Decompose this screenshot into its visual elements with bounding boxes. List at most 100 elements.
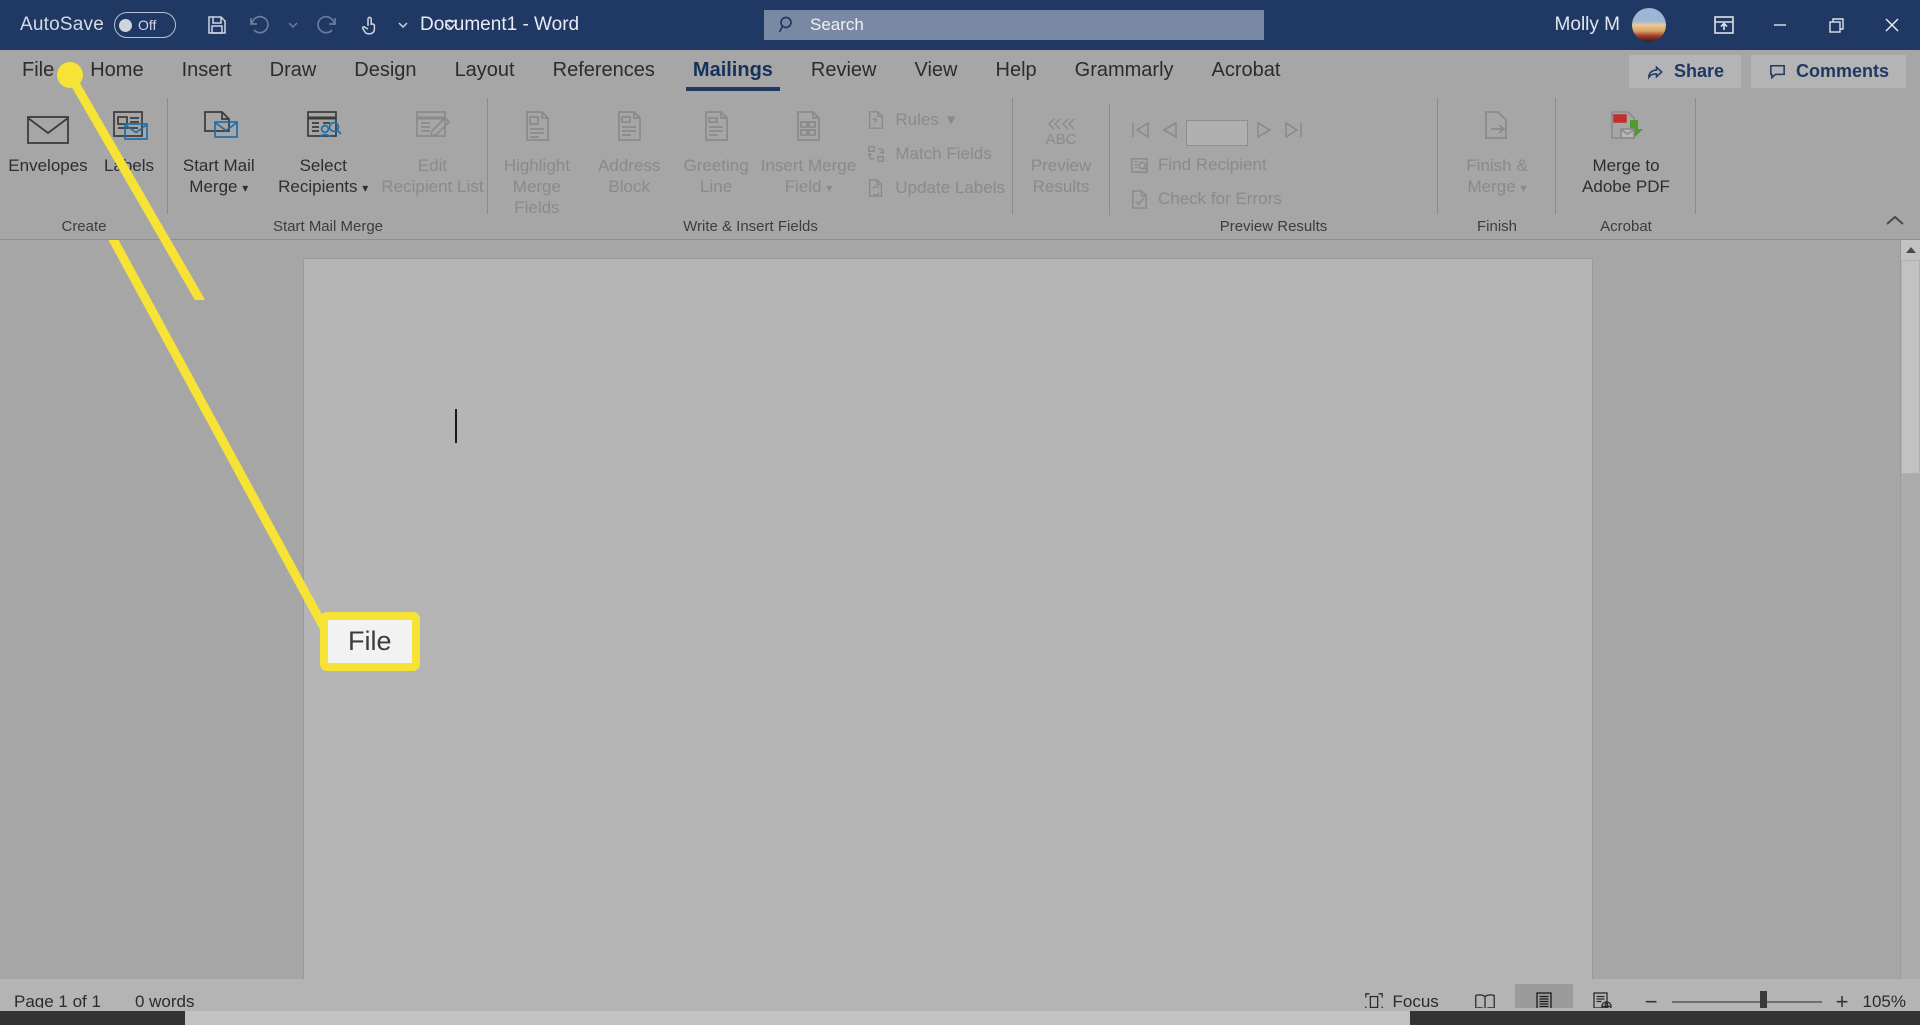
update-labels-button[interactable]: Update Labels xyxy=(857,172,1013,204)
autosave-label: AutoSave xyxy=(20,14,104,35)
find-recipient-button[interactable]: Find Recipient xyxy=(1120,149,1314,181)
account-name[interactable]: Molly M xyxy=(1555,14,1620,36)
tab-view[interactable]: View xyxy=(896,50,977,92)
group-name-start-mail-merge: Start Mail Merge xyxy=(272,218,384,235)
tab-acrobat[interactable]: Acrobat xyxy=(1193,50,1300,92)
minimize-icon[interactable] xyxy=(1752,0,1808,50)
horizontal-scrollbar-thumb[interactable] xyxy=(185,1011,1410,1025)
title-bar: AutoSave Off Document1 - Word Search Mol… xyxy=(0,0,1920,50)
autosave-toggle[interactable]: Off xyxy=(114,12,176,38)
find-recipient-label: Find Recipient xyxy=(1158,155,1267,174)
labels-button[interactable]: Labels xyxy=(96,98,162,176)
tab-file[interactable]: File xyxy=(0,50,71,92)
tab-mailings[interactable]: Mailings xyxy=(674,50,792,92)
chevron-down-icon: ▾ xyxy=(946,110,956,129)
edit-recipient-list-button[interactable]: Edit Recipient List xyxy=(377,98,488,197)
document-page[interactable] xyxy=(303,258,1593,998)
tab-review[interactable]: Review xyxy=(792,50,896,92)
tab-insert[interactable]: Insert xyxy=(163,50,251,92)
svg-text:ABC: ABC xyxy=(1046,131,1077,148)
preview-results-label: Preview Results xyxy=(1030,156,1092,196)
tab-grammarly[interactable]: Grammarly xyxy=(1056,50,1193,92)
write-insert-small-buttons: Rules ▾ Match Fields Update Labels xyxy=(857,98,1013,204)
tab-design[interactable]: Design xyxy=(335,50,435,92)
labels-label: Labels xyxy=(103,156,155,175)
edit-recipient-list-icon xyxy=(408,106,456,152)
tab-layout[interactable]: Layout xyxy=(436,50,534,92)
match-fields-icon xyxy=(865,144,887,164)
share-button[interactable]: Share xyxy=(1628,55,1741,88)
ribbon-group-acrobat: Merge to Adobe PDF Acrobat xyxy=(1556,92,1696,240)
match-fields-button[interactable]: Match Fields xyxy=(857,138,1013,170)
preview-results-abc-icon: ABC xyxy=(1034,106,1088,152)
rules-button[interactable]: Rules ▾ xyxy=(857,104,1013,136)
avatar[interactable] xyxy=(1632,8,1666,42)
ribbon-display-options-icon[interactable] xyxy=(1696,0,1752,50)
match-fields-label: Match Fields xyxy=(895,144,992,163)
next-record-icon[interactable] xyxy=(1252,118,1276,147)
vertical-scrollbar[interactable] xyxy=(1900,240,1920,1003)
select-recipients-label: Select Recipients ▾ xyxy=(278,156,369,196)
tab-references[interactable]: References xyxy=(534,50,674,92)
last-record-icon[interactable] xyxy=(1280,118,1306,147)
group-name-create: Create xyxy=(61,218,107,235)
search-input[interactable]: Search xyxy=(764,10,1264,40)
collapse-ribbon-icon[interactable] xyxy=(1884,212,1906,233)
update-labels-icon xyxy=(865,178,887,198)
zoom-slider[interactable] xyxy=(1671,991,1822,1013)
touch-dropdown-icon[interactable] xyxy=(392,6,414,44)
previous-record-icon[interactable] xyxy=(1158,118,1182,147)
redo-icon[interactable] xyxy=(308,6,346,44)
ribbon-group-write-insert-fields: Highlight Merge Fields Address Block Gre… xyxy=(488,92,1013,240)
select-recipients-button[interactable]: Select Recipients ▾ xyxy=(270,98,377,199)
save-icon[interactable] xyxy=(198,6,236,44)
address-block-icon xyxy=(608,106,650,152)
share-icon xyxy=(1648,65,1663,80)
start-mail-merge-button[interactable]: Start Mail Merge ▾ xyxy=(168,98,270,199)
envelope-icon xyxy=(24,106,72,152)
group-name-write-insert-fields: Write & Insert Fields xyxy=(683,218,818,235)
finish-and-merge-button[interactable]: Finish & Merge ▾ xyxy=(1438,98,1556,199)
ribbon-tabs: File Home Insert Draw Design Layout Refe… xyxy=(0,50,1299,92)
envelopes-button[interactable]: Envelopes xyxy=(0,98,96,176)
autosave-state-label: Off xyxy=(138,17,157,33)
close-icon[interactable] xyxy=(1864,0,1920,50)
greeting-line-button[interactable]: Greeting Line xyxy=(673,98,760,197)
search-icon xyxy=(778,16,792,33)
insert-merge-field-button[interactable]: Insert Merge Field ▾ xyxy=(760,98,858,199)
restore-icon[interactable] xyxy=(1808,0,1864,50)
customize-qat-icon[interactable] xyxy=(432,6,470,44)
labels-icon xyxy=(105,106,153,152)
select-recipients-icon xyxy=(299,106,347,152)
tab-home[interactable]: Home xyxy=(71,50,162,92)
undo-dropdown-icon[interactable] xyxy=(282,6,304,44)
greeting-line-icon xyxy=(695,106,737,152)
autosave-control[interactable]: AutoSave Off xyxy=(20,12,176,38)
tab-help[interactable]: Help xyxy=(977,50,1056,92)
record-number-field[interactable] xyxy=(1186,119,1248,146)
tab-draw[interactable]: Draw xyxy=(251,50,336,92)
highlight-merge-fields-button[interactable]: Highlight Merge Fields xyxy=(488,98,586,218)
vertical-scrollbar-thumb[interactable] xyxy=(1901,260,1920,474)
horizontal-scrollbar[interactable] xyxy=(0,1008,1920,1025)
search-placeholder: Search xyxy=(810,15,864,34)
start-mail-merge-label: Start Mail Merge ▾ xyxy=(182,156,255,196)
callout-file-label: File xyxy=(320,612,420,671)
undo-icon[interactable] xyxy=(240,6,278,44)
touch-mode-icon[interactable] xyxy=(350,6,388,44)
address-block-button[interactable]: Address Block xyxy=(586,98,673,197)
comments-button[interactable]: Comments xyxy=(1750,55,1906,88)
preview-results-button[interactable]: ABC Preview Results xyxy=(1013,98,1109,197)
merge-to-adobe-pdf-button[interactable]: Merge to Adobe PDF xyxy=(1556,98,1696,197)
first-record-icon[interactable] xyxy=(1128,118,1154,147)
text-caret xyxy=(455,409,457,443)
document-work-area[interactable]: File xyxy=(0,240,1920,1003)
check-for-errors-button[interactable]: Check for Errors xyxy=(1120,183,1314,215)
check-for-errors-label: Check for Errors xyxy=(1158,189,1282,208)
ribbon-actions: Share Comments xyxy=(1628,55,1906,88)
find-recipient-icon xyxy=(1128,155,1150,176)
comments-label: Comments xyxy=(1795,61,1889,81)
update-labels-label: Update Labels xyxy=(895,178,1005,197)
record-navigation xyxy=(1120,104,1314,147)
scroll-up-icon[interactable] xyxy=(1901,240,1920,260)
